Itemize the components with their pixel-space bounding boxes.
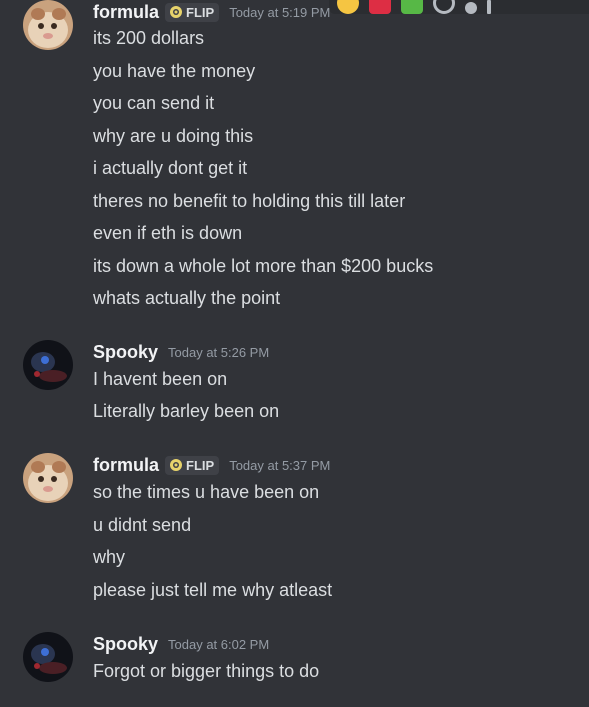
reply-icon[interactable] xyxy=(465,2,477,14)
react-icon[interactable] xyxy=(433,0,455,14)
avatar[interactable] xyxy=(23,0,73,50)
lightbulb-icon xyxy=(170,6,183,18)
timestamp[interactable]: Today at 5:19 PM xyxy=(229,5,330,20)
avatar[interactable] xyxy=(23,632,73,682)
username[interactable]: Spooky xyxy=(93,342,158,363)
message-line: u didnt send xyxy=(93,515,192,535)
message-line: its 200 dollars xyxy=(93,28,205,48)
server-tag-label: FLIP xyxy=(186,4,215,20)
server-tag[interactable]: FLIP xyxy=(165,455,220,475)
message-line: why are u doing this xyxy=(93,126,254,146)
message-line: i actually dont get it xyxy=(93,158,248,178)
check-reaction-icon[interactable] xyxy=(401,0,423,14)
lightbulb-icon xyxy=(170,459,183,471)
message-line: please just tell me why atleast xyxy=(93,580,333,600)
message-line: you have the money xyxy=(93,61,256,81)
message-line: theres no benefit to holding this till l… xyxy=(93,191,406,211)
username[interactable]: formula xyxy=(93,2,159,23)
emoji-reaction-icon[interactable] xyxy=(337,0,359,14)
message-line: I havent been on xyxy=(93,369,228,389)
avatar[interactable] xyxy=(23,453,73,503)
timestamp[interactable]: Today at 6:02 PM xyxy=(168,637,269,652)
message-line: so the times u have been on xyxy=(93,482,320,502)
message-line: you can send it xyxy=(93,93,215,113)
message-toolbar xyxy=(329,0,589,14)
server-tag[interactable]: FLIP xyxy=(165,2,220,22)
message-line: Forgot or bigger things to do xyxy=(93,661,320,681)
username[interactable]: formula xyxy=(93,455,159,476)
message-line: Literally barley been on xyxy=(93,401,280,421)
message-line: whats actually the point xyxy=(93,288,281,308)
avatar[interactable] xyxy=(23,340,73,390)
message-line: why xyxy=(93,547,126,567)
message-line: even if eth is down xyxy=(93,223,243,243)
more-icon[interactable] xyxy=(487,0,491,14)
username[interactable]: Spooky xyxy=(93,634,158,655)
server-tag-label: FLIP xyxy=(186,457,215,473)
heart-reaction-icon[interactable] xyxy=(369,0,391,14)
timestamp[interactable]: Today at 5:26 PM xyxy=(168,345,269,360)
message-line: its down a whole lot more than $200 buck… xyxy=(93,256,434,276)
timestamp[interactable]: Today at 5:37 PM xyxy=(229,458,330,473)
